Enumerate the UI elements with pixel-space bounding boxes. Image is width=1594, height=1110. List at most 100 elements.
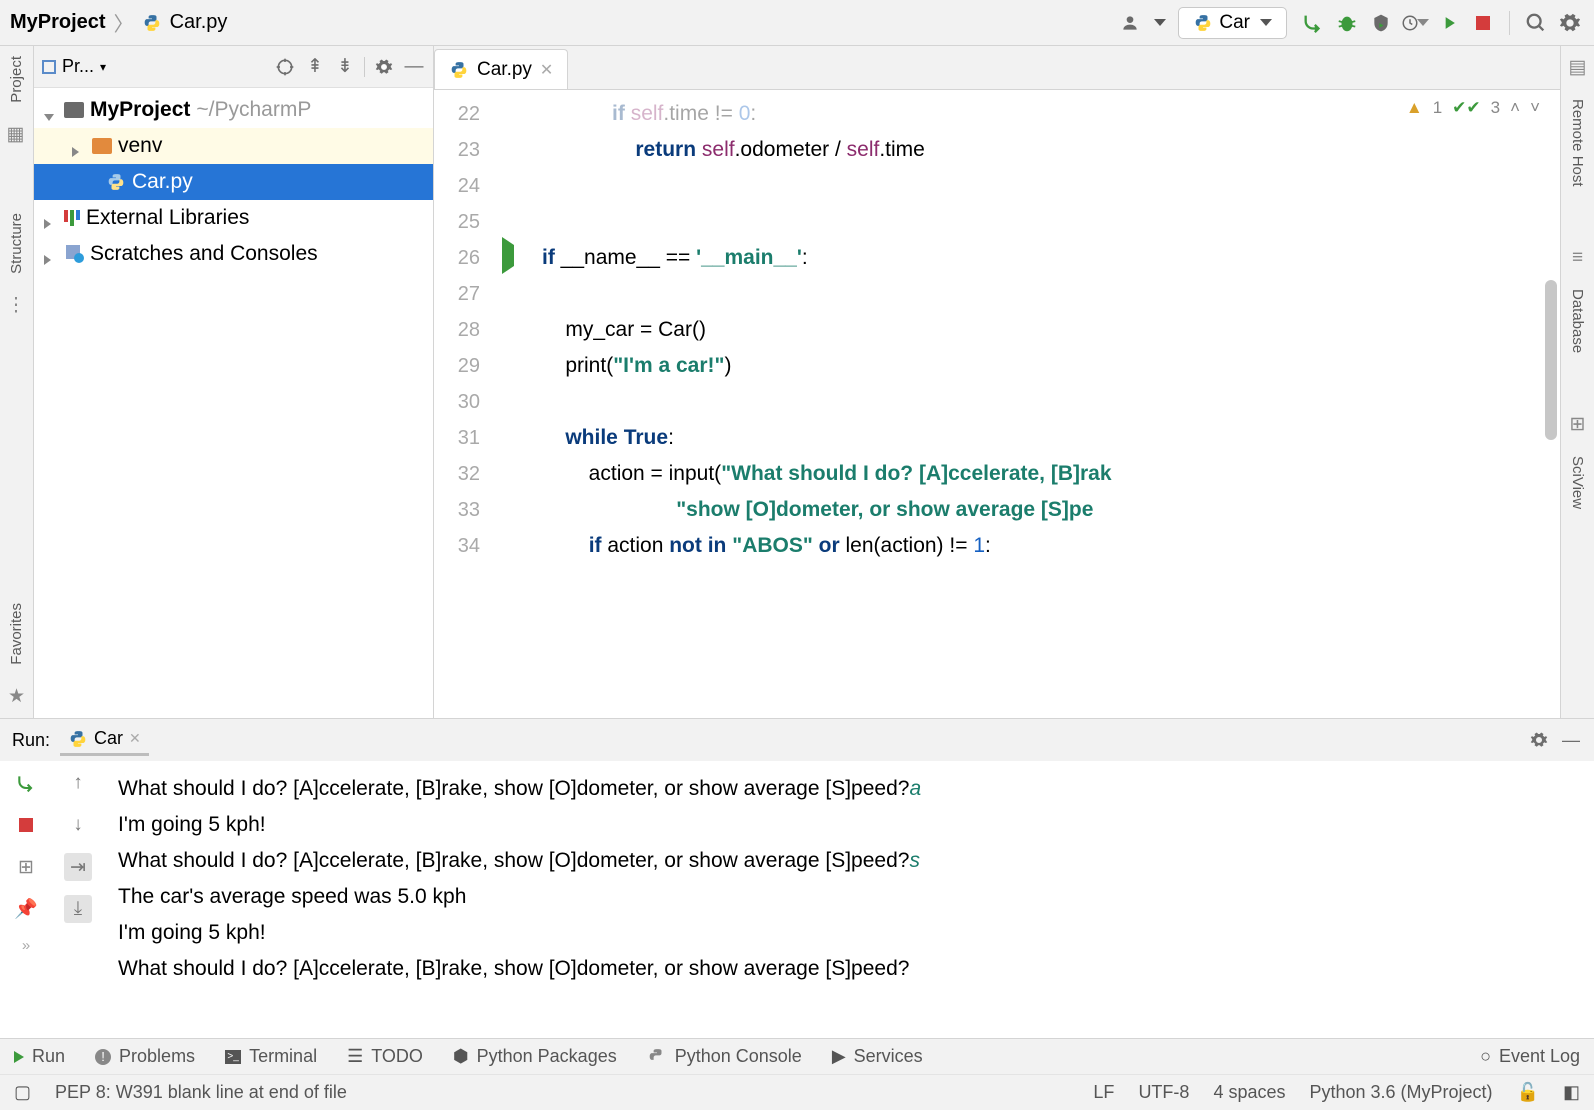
event-log-button[interactable]: ○Event Log [1480, 1046, 1580, 1067]
chevron-right-icon: 〉 [114, 8, 134, 37]
run-config-label: Car [1219, 12, 1250, 34]
tree-scratches[interactable]: Scratches and Consoles [34, 236, 433, 272]
locate-icon[interactable] [274, 56, 296, 78]
tree-file-selected[interactable]: Car.py [34, 164, 433, 200]
scroll-end-icon[interactable]: ⤓ [64, 895, 92, 923]
dropdown-icon[interactable] [1154, 19, 1166, 26]
editor-tab[interactable]: Car.py ✕ [434, 49, 568, 89]
python-file-icon [142, 13, 162, 33]
chevron-right-icon[interactable] [72, 139, 86, 153]
chevron-up-icon[interactable]: ˄ [1510, 98, 1520, 118]
editor-area: Car.py ✕ 22232425262728293031323334 if s… [434, 46, 1560, 718]
breadcrumb-project[interactable]: MyProject [10, 11, 106, 34]
run-toolbar-left2: ↑ ↓ ⇥ ⤓ [52, 761, 104, 1038]
editor-tabs: Car.py ✕ [434, 46, 1560, 90]
status-message: PEP 8: W391 blank line at end of file [55, 1082, 347, 1103]
layout-icon[interactable]: ⊞ [12, 853, 40, 881]
database-button[interactable]: Database [1569, 289, 1586, 353]
indent[interactable]: 4 spaces [1213, 1082, 1285, 1103]
python-icon [68, 729, 88, 749]
run-gutter-icon[interactable] [502, 245, 514, 267]
tree-root[interactable]: MyProject ~/PycharmP [34, 92, 433, 128]
folder-icon [64, 102, 84, 118]
folder-icon [92, 138, 112, 154]
expand-all-icon[interactable]: ⇞ [304, 56, 326, 78]
run-tool-window: Run: Car ✕ — ⊞ 📌 » ↑ ↓ ⇥ ⤓ What should I… [0, 718, 1594, 1038]
packages-tool-button[interactable]: ⬢Python Packages [453, 1046, 617, 1067]
chevron-down-icon[interactable]: ˅ [1530, 98, 1540, 118]
python-file-icon [449, 60, 469, 80]
gear-icon[interactable] [1528, 729, 1550, 751]
coverage-button[interactable] [1367, 9, 1395, 37]
chevron-right-icon[interactable] [44, 211, 58, 225]
status-bar: ▢ PEP 8: W391 blank line at end of file … [0, 1074, 1594, 1110]
python-file-icon [106, 172, 126, 192]
up-icon[interactable]: ↑ [64, 769, 92, 797]
star-icon: ★ [8, 685, 25, 708]
code-content[interactable]: if self.time != 0: return self.odometer … [542, 90, 1560, 718]
attach-button[interactable] [1435, 9, 1463, 37]
project-view-selector[interactable]: Pr... ▾ [42, 56, 106, 77]
ide-icon[interactable]: ◧ [1563, 1082, 1580, 1103]
minimize-icon[interactable]: — [403, 56, 425, 78]
interpreter[interactable]: Python 3.6 (MyProject) [1309, 1082, 1492, 1103]
python-console-button[interactable]: Python Console [647, 1046, 802, 1067]
console-output[interactable]: What should I do? [A]ccelerate, [B]rake,… [104, 761, 1594, 1038]
project-tool-button[interactable]: Project [8, 56, 25, 103]
sciview-icon: ⊞ [1570, 413, 1586, 436]
terminal-tool-button[interactable]: >_Terminal [225, 1046, 317, 1067]
project-toolbar: Pr... ▾ ⇞ ⇟ — [34, 46, 433, 88]
gear-icon[interactable] [373, 56, 395, 78]
run-tab[interactable]: Car ✕ [60, 724, 149, 756]
minimize-icon[interactable]: — [1560, 729, 1582, 751]
sciview-button[interactable]: SciView [1569, 456, 1586, 509]
run-tool-button[interactable]: Run [14, 1046, 65, 1067]
todo-tool-button[interactable]: ☰TODO [347, 1046, 423, 1067]
close-tab-icon[interactable]: ✕ [540, 60, 553, 80]
scrollbar-thumb[interactable] [1545, 280, 1557, 440]
collapse-all-icon[interactable]: ⇟ [334, 56, 356, 78]
line-gutter[interactable]: 22232425262728293031323334 [434, 90, 490, 718]
settings-icon[interactable] [1556, 9, 1584, 37]
down-icon[interactable]: ↓ [64, 811, 92, 839]
breadcrumb-file[interactable]: Car.py [170, 11, 228, 34]
run-config-selector[interactable]: Car [1178, 7, 1287, 39]
code-editor[interactable]: 22232425262728293031323334 if self.time … [434, 90, 1560, 718]
line-separator[interactable]: LF [1093, 1082, 1114, 1103]
inspection-widget[interactable]: ▲1 ✔✔3 ˄ ˅ [1406, 98, 1540, 118]
tool-windows-icon[interactable]: ▢ [14, 1082, 31, 1103]
database-icon: ≡ [1572, 247, 1583, 269]
breadcrumb[interactable]: MyProject 〉 Car.py [10, 8, 227, 37]
chevron-down-icon[interactable] [44, 103, 58, 117]
problems-tool-button[interactable]: !Problems [95, 1046, 195, 1067]
libraries-icon [64, 210, 80, 226]
python-icon [1193, 13, 1213, 33]
rerun-button[interactable] [12, 769, 40, 797]
soft-wrap-icon[interactable]: ⇥ [64, 853, 92, 881]
tree-external-libs[interactable]: External Libraries [34, 200, 433, 236]
structure-icon: ⋮⋮ [7, 294, 27, 314]
pin-icon[interactable]: 📌 [12, 895, 40, 923]
project-icon: ▦ [7, 123, 27, 143]
right-tool-strip: ▤ Remote Host ≡ Database ⊞ SciView [1560, 46, 1594, 718]
left-tool-strip: Project ▦ Structure ⋮⋮ Favorites ★ [0, 46, 34, 718]
stop-button[interactable] [12, 811, 40, 839]
user-icon[interactable] [1116, 9, 1144, 37]
debug-button[interactable] [1333, 9, 1361, 37]
project-tree[interactable]: MyProject ~/PycharmP venv Car.py Externa… [34, 88, 433, 276]
chevron-right-icon[interactable] [44, 247, 58, 261]
search-icon[interactable] [1522, 9, 1550, 37]
remote-host-button[interactable]: Remote Host [1569, 99, 1586, 187]
profile-button[interactable] [1401, 9, 1429, 37]
encoding[interactable]: UTF-8 [1138, 1082, 1189, 1103]
run-button[interactable] [1299, 9, 1327, 37]
lock-icon[interactable]: 🔓 [1517, 1082, 1539, 1103]
favorites-tool-button[interactable]: Favorites [8, 603, 25, 665]
scratches-icon [64, 245, 84, 263]
stop-button[interactable] [1469, 9, 1497, 37]
services-tool-button[interactable]: ▶Services [832, 1046, 923, 1067]
tree-venv[interactable]: venv [34, 128, 433, 164]
project-panel: Pr... ▾ ⇞ ⇟ — MyProject ~/PycharmP venv [34, 46, 434, 718]
close-icon[interactable]: ✕ [129, 730, 141, 747]
structure-tool-button[interactable]: Structure [8, 213, 25, 274]
